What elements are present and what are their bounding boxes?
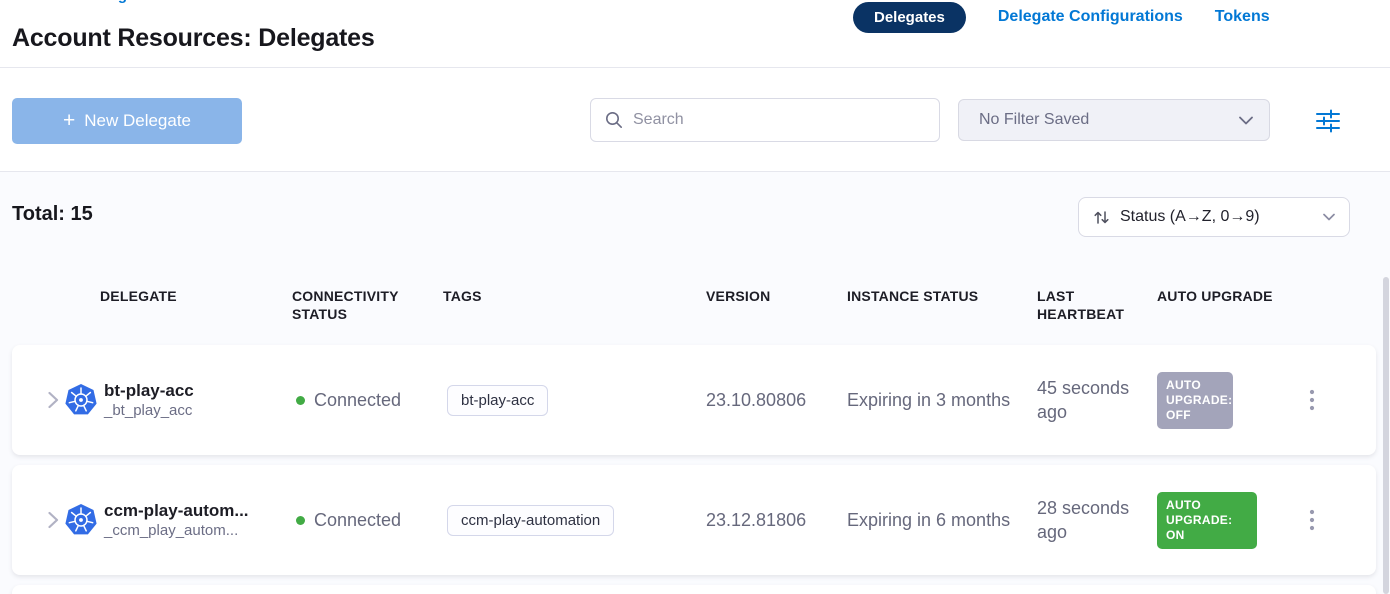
row-menu-cell	[1305, 345, 1319, 455]
row-menu-cell	[1305, 465, 1319, 575]
column-header-version: VERSION	[706, 287, 770, 305]
auto-upgrade-cell: AUTO UPGRADE: ON	[1157, 465, 1257, 575]
column-header-tags: TAGS	[443, 287, 482, 305]
kubernetes-icon	[64, 345, 98, 455]
row-expander-chevron-icon[interactable]	[48, 345, 59, 455]
new-delegate-button[interactable]: + New Delegate	[12, 98, 242, 144]
table-row[interactable]	[12, 585, 1376, 594]
delegate-name: ccm-play-autom...	[104, 500, 249, 521]
new-delegate-label: New Delegate	[84, 111, 191, 131]
connected-status-dot	[296, 396, 305, 405]
sort-select[interactable]: Status (A→Z, 0→9)	[1078, 197, 1350, 237]
row-options-menu-icon[interactable]	[1305, 385, 1319, 415]
chevron-down-icon	[1239, 116, 1253, 125]
search-icon	[605, 111, 623, 129]
vertical-scrollbar[interactable]	[1383, 277, 1389, 594]
table-row[interactable]: ccm-play-autom... _ccm_play_autom... Con…	[12, 465, 1376, 575]
saved-filter-value: No Filter Saved	[979, 111, 1239, 129]
tags-cell: bt-play-acc	[447, 345, 548, 455]
last-heartbeat-cell: 28 seconds ago	[1037, 465, 1155, 575]
auto-upgrade-cell: AUTO UPGRADE: OFF	[1157, 345, 1233, 455]
tag-chip: ccm-play-automation	[447, 505, 614, 536]
last-heartbeat-cell: 45 seconds ago	[1037, 345, 1155, 455]
column-header-delegate: DELEGATE	[100, 287, 177, 305]
tab-delegate-configurations[interactable]: Delegate Configurations	[998, 8, 1183, 26]
connectivity-status: Connected	[314, 510, 401, 531]
search-box	[590, 98, 940, 142]
tags-cell: ccm-play-automation	[447, 465, 614, 575]
instance-status-cell: Expiring in 6 months	[847, 465, 1010, 575]
column-header-auto-upgrade: AUTO UPGRADE	[1157, 287, 1273, 305]
delegate-name: bt-play-acc	[104, 380, 194, 401]
delegate-id: _bt_play_acc	[104, 401, 192, 421]
page-title: Account Resources: Delegates	[12, 24, 375, 53]
saved-filter-select[interactable]: No Filter Saved	[958, 99, 1270, 141]
connectivity-cell: Connected	[296, 345, 401, 455]
tab-tokens[interactable]: Tokens	[1215, 8, 1270, 26]
kubernetes-icon	[64, 465, 98, 575]
header-divider	[0, 67, 1390, 68]
version-cell: 23.12.81806	[706, 465, 806, 575]
connected-status-dot	[296, 516, 305, 525]
connectivity-cell: Connected	[296, 465, 401, 575]
table-row[interactable]: bt-play-acc _bt_play_acc Connected bt-pl…	[12, 345, 1376, 455]
version-cell: 23.10.80806	[706, 345, 806, 455]
plus-icon: +	[63, 110, 75, 131]
breadcrumb[interactable]: Account Settings / Account Resources	[12, 0, 288, 4]
column-header-connectivity-status: CONNECTIVITY STATUS	[292, 287, 427, 323]
total-count: Total: 15	[12, 203, 93, 226]
auto-upgrade-badge: AUTO UPGRADE: ON	[1157, 492, 1257, 549]
resource-tabs: Delegates Delegate Configurations Tokens	[853, 0, 1270, 34]
connectivity-status: Connected	[314, 390, 401, 411]
chevron-down-icon	[1323, 213, 1335, 221]
search-input[interactable]	[633, 111, 925, 129]
filter-sliders-icon[interactable]	[1314, 107, 1342, 135]
tab-delegates[interactable]: Delegates	[853, 2, 966, 33]
row-options-menu-icon[interactable]	[1305, 505, 1319, 535]
tag-chip: bt-play-acc	[447, 385, 548, 416]
sort-arrows-icon	[1093, 209, 1110, 226]
delegate-name-cell: ccm-play-autom... _ccm_play_autom...	[104, 465, 249, 575]
sort-value: Status (A→Z, 0→9)	[1120, 208, 1313, 226]
row-expander-chevron-icon[interactable]	[48, 465, 59, 575]
instance-status-cell: Expiring in 3 months	[847, 345, 1010, 455]
column-header-last-heartbeat: LAST HEARTBEAT	[1037, 287, 1142, 323]
delegate-name-cell: bt-play-acc _bt_play_acc	[104, 345, 194, 455]
auto-upgrade-badge: AUTO UPGRADE: OFF	[1157, 372, 1233, 429]
delegate-id: _ccm_play_autom...	[104, 521, 238, 541]
column-header-instance-status: INSTANCE STATUS	[847, 287, 978, 305]
